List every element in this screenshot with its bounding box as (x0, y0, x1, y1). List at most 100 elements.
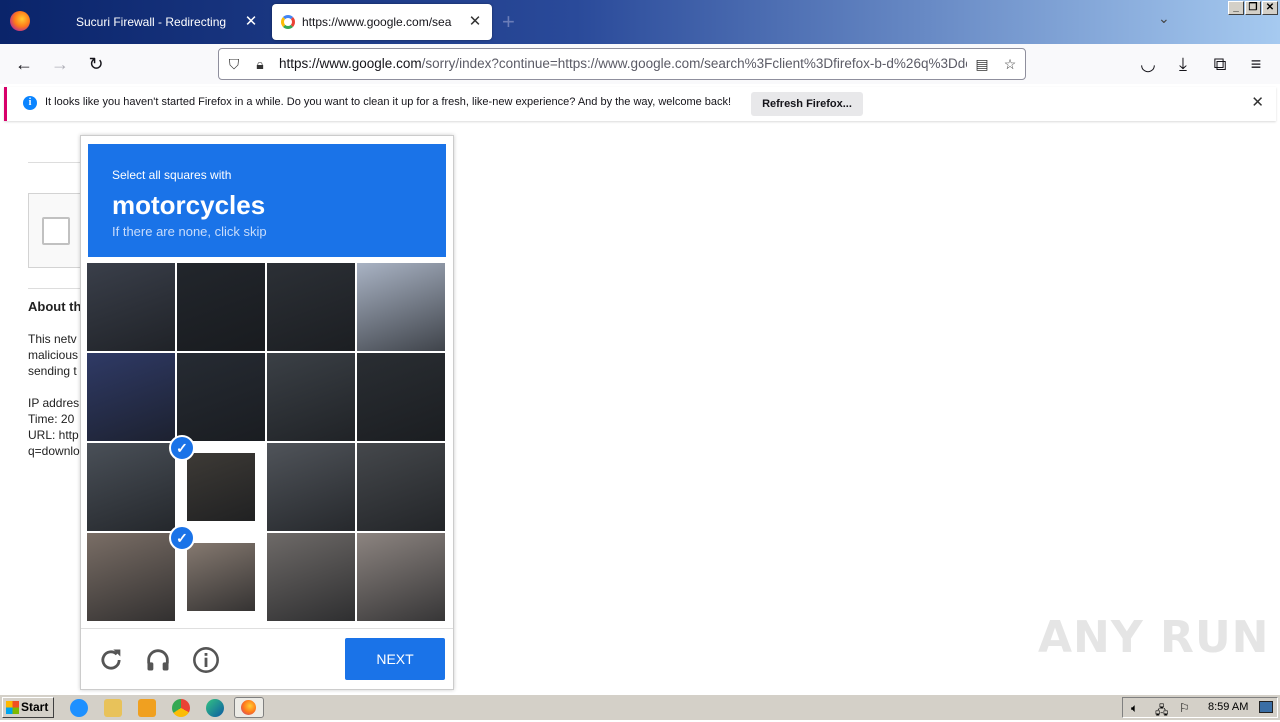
tile-image (267, 263, 355, 351)
page-line: URL: http (28, 428, 79, 442)
tab-sucuri[interactable]: Sucuri Firewall - Redirecting... ✕ (44, 4, 268, 40)
taskbar: Start 🔈︎ 🖧 ⚐ 8:59 AM (0, 694, 1280, 720)
close-window-button[interactable]: ✕ (1262, 1, 1278, 15)
firefox-logo-icon[interactable] (10, 11, 30, 31)
about-heading: About th (28, 299, 82, 314)
image-tile[interactable] (87, 263, 175, 351)
tile-image (187, 543, 255, 611)
action-center-flag-icon[interactable]: ⚐ (1179, 701, 1190, 715)
list-all-tabs-icon[interactable]: ⌄ (1158, 10, 1170, 27)
tile-image (87, 443, 175, 531)
title-bar: Sucuri Firewall - Redirecting... ✕ https… (0, 0, 1280, 44)
firefox-taskbar-button[interactable] (234, 697, 264, 718)
image-tile[interactable] (357, 353, 445, 441)
page-line: q=downlo (28, 444, 80, 458)
minimize-button[interactable]: _ (1228, 1, 1244, 15)
edge-icon[interactable] (206, 699, 224, 717)
chrome-icon[interactable] (172, 699, 190, 717)
show-desktop-icon[interactable] (1259, 701, 1273, 713)
audio-challenge-icon[interactable] (144, 646, 172, 674)
downloads-icon[interactable]: ⤓ (1171, 52, 1195, 76)
page-line: Time: 20 (28, 412, 75, 426)
challenge-instruction: Select all squares with (112, 168, 232, 182)
anyrun-watermark: ANY RUN (1038, 612, 1270, 663)
tile-image (87, 353, 175, 441)
image-tile[interactable] (357, 443, 445, 531)
image-tile[interactable] (177, 353, 265, 441)
tile-image (187, 453, 255, 521)
image-tile[interactable] (267, 263, 355, 351)
page-line: malicious (28, 348, 79, 362)
new-tab-icon[interactable]: + (502, 9, 515, 35)
start-button[interactable]: Start (2, 697, 54, 718)
tab-title: Sucuri Firewall - Redirecting... (76, 15, 226, 29)
recaptcha-checkbox[interactable] (42, 217, 70, 245)
network-icon[interactable]: 🖧 (1155, 701, 1168, 722)
divider (28, 288, 88, 289)
volume-icon[interactable]: 🔈︎ (1131, 701, 1138, 716)
image-tile[interactable] (87, 443, 175, 531)
notification-bar: i It looks like you haven't started Fire… (4, 87, 1276, 121)
image-tile[interactable] (87, 353, 175, 441)
url-text[interactable]: https://www.google.com/sorry/index?conti… (279, 49, 967, 79)
tile-image (267, 533, 355, 621)
help-info-icon[interactable] (192, 646, 220, 674)
image-tile[interactable] (267, 533, 355, 621)
tile-image (357, 353, 445, 441)
tile-image (357, 263, 445, 351)
media-player-icon[interactable] (138, 699, 156, 717)
google-favicon-icon (281, 15, 295, 29)
windows-logo-icon (6, 701, 19, 714)
tile-image (87, 533, 175, 621)
image-tile[interactable] (87, 533, 175, 621)
reload-icon[interactable]: ↻ (84, 52, 108, 76)
page-line: IP addres (28, 396, 80, 410)
url-bar[interactable]: ⛉ 🔒︎ https://www.google.com/sorry/index?… (218, 48, 1026, 80)
system-tray: 🔈︎ 🖧 ⚐ (1122, 697, 1278, 718)
maximize-button[interactable]: ❐ (1245, 1, 1261, 15)
refresh-firefox-button[interactable]: Refresh Firefox... (751, 92, 863, 116)
clock: 8:59 AM (1208, 701, 1249, 713)
start-label: Start (21, 700, 49, 714)
selected-check-icon: ✓ (169, 525, 195, 551)
tab-google-search[interactable]: https://www.google.com/search?c ✕ (272, 4, 492, 40)
explorer-folder-icon[interactable] (104, 699, 122, 717)
tile-image (177, 353, 265, 441)
image-tile[interactable] (357, 533, 445, 621)
image-tile[interactable] (357, 263, 445, 351)
tile-image (267, 353, 355, 441)
divider (28, 162, 88, 163)
page-line: This netv (28, 332, 77, 346)
pocket-icon[interactable]: ◡ (1136, 52, 1160, 76)
info-icon: i (23, 96, 37, 110)
reload-challenge-icon[interactable] (97, 646, 125, 674)
tab-close-icon[interactable]: ✕ (466, 13, 484, 31)
bookmark-star-icon[interactable]: ☆ (1001, 55, 1019, 73)
back-icon[interactable]: ← (12, 52, 36, 76)
forward-icon[interactable]: → (48, 52, 72, 76)
nav-bar: ← → ↻ ⛉ 🔒︎ https://www.google.com/sorry/… (0, 44, 1280, 84)
extensions-icon[interactable]: ⧉ (1208, 52, 1232, 76)
next-button[interactable]: NEXT (345, 638, 445, 680)
url-path: /sorry/index?continue=https://www.google… (421, 56, 967, 71)
challenge-header: Select all squares with motorcycles If t… (88, 144, 446, 257)
image-grid: ✓ ✓ (87, 263, 447, 623)
challenge-target: motorcycles (112, 190, 266, 220)
tile-image (177, 263, 265, 351)
image-tile[interactable] (267, 353, 355, 441)
selected-check-icon: ✓ (169, 435, 195, 461)
ie-icon[interactable] (70, 699, 88, 717)
recaptcha-challenge: Select all squares with motorcycles If t… (80, 135, 454, 690)
challenge-hint: If there are none, click skip (112, 224, 267, 239)
tracking-shield-icon[interactable]: ⛉ (225, 55, 243, 73)
tab-close-icon[interactable]: ✕ (242, 13, 260, 31)
image-tile[interactable] (177, 263, 265, 351)
tile-image (357, 443, 445, 531)
menu-icon[interactable]: ≡ (1244, 52, 1268, 76)
recaptcha-checkbox-card (28, 193, 88, 268)
close-notification-icon[interactable]: ✕ (1251, 95, 1264, 111)
reader-view-icon[interactable]: ▤ (973, 55, 991, 73)
lock-icon[interactable]: 🔒︎ (251, 55, 269, 73)
divider (81, 628, 453, 629)
image-tile[interactable] (267, 443, 355, 531)
